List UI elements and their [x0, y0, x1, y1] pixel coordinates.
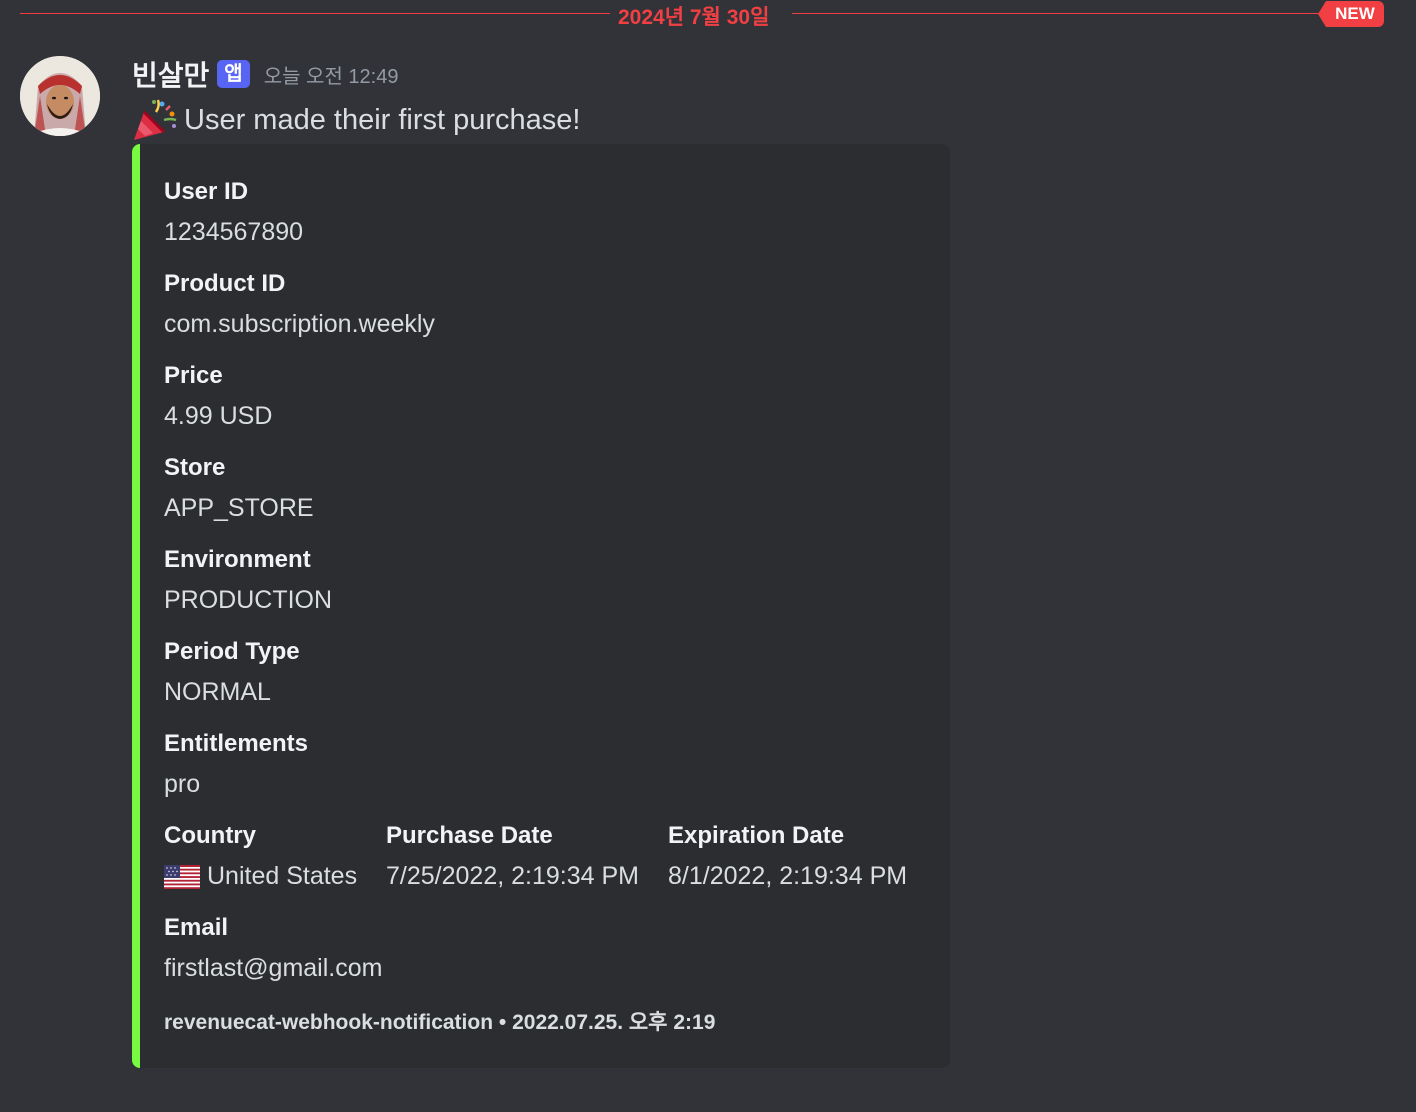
field-product-id-value: com.subscription.weekly: [164, 310, 435, 338]
divider-line-right: [792, 13, 1324, 14]
field-expiration-date-value: 8/1/2022, 2:19:34 PM: [668, 862, 908, 890]
new-messages-badge: NEW: [1318, 1, 1384, 27]
field-email-value: firstlast@gmail.com: [164, 954, 383, 982]
message-header: 빈살만 앱 오늘 오전 12:49: [132, 56, 398, 92]
field-expiration-date-name: Expiration Date: [668, 822, 845, 849]
field-purchase-date-value: 7/25/2022, 2:19:34 PM: [386, 862, 639, 890]
embed-footer: revenuecat-webhook-notification • 2022.0…: [164, 1006, 715, 1036]
field-store-value: APP_STORE: [164, 494, 314, 522]
field-country-name: Country: [164, 822, 256, 849]
footer-separator: •: [498, 1011, 507, 1034]
field-email-name: Email: [164, 914, 229, 941]
field-user-id-value: 1234567890: [164, 218, 304, 246]
message-text: User made their first purchase!: [184, 103, 581, 136]
us-flag-icon: [164, 864, 200, 889]
date-divider: 2024년 7월 30일 NEW: [20, 0, 1384, 29]
field-product-id-name: Product ID: [164, 270, 286, 297]
field-purchase-date-name: Purchase Date: [386, 822, 553, 849]
country-text: United States: [207, 862, 358, 890]
footer-text: revenuecat-webhook-notification: [164, 1011, 494, 1034]
message-timestamp: 오늘 오전 12:49: [263, 65, 399, 88]
field-price-name: Price: [164, 362, 223, 389]
field-price-value: 4.99 USD: [164, 402, 273, 430]
field-user-id-name: User ID: [164, 178, 249, 205]
embed-card: User ID 1234567890 Product ID com.subscr…: [132, 144, 950, 1068]
app-tag: 앱: [217, 60, 250, 88]
field-store-name: Store: [164, 454, 226, 481]
field-country-value: United States: [164, 862, 357, 891]
message-content: User made their first purchase!: [132, 98, 580, 142]
footer-timestamp: 2022.07.25. 오후 2:19: [512, 1011, 716, 1034]
divider-date: 2024년 7월 30일: [618, 6, 770, 29]
field-environment-value: PRODUCTION: [164, 586, 333, 614]
field-period-type-name: Period Type: [164, 638, 300, 665]
field-period-type-value: NORMAL: [164, 678, 271, 706]
field-entitlements-name: Entitlements: [164, 730, 309, 757]
field-entitlements-value: pro: [164, 770, 201, 798]
avatar-image: [20, 56, 100, 136]
party-popper-icon: [134, 99, 177, 140]
field-environment-name: Environment: [164, 546, 311, 573]
author-name[interactable]: 빈살만: [132, 54, 209, 94]
avatar[interactable]: [20, 56, 100, 136]
divider-line-left: [20, 13, 610, 14]
